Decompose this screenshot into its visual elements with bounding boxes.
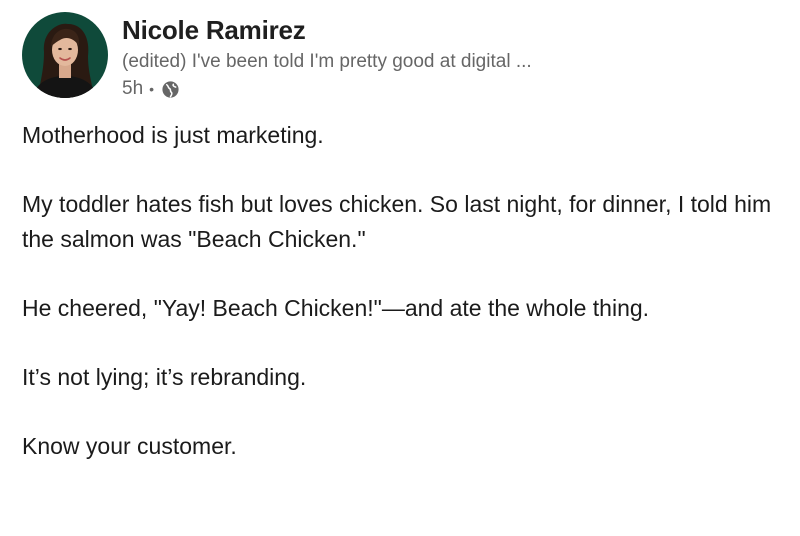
post-paragraph: Motherhood is just marketing. — [22, 122, 324, 148]
profile-photo-icon — [22, 12, 108, 98]
post-paragraph: Know your customer. — [22, 433, 237, 459]
post-paragraph: It’s not lying; it’s rebranding. — [22, 364, 307, 390]
post-timestamp: 5h — [122, 78, 144, 99]
author-headline: (edited) I've been told I'm pretty good … — [122, 51, 532, 72]
globe-icon — [161, 80, 180, 99]
timestamp-row: 5h • — [122, 77, 532, 101]
post-paragraph: My toddler hates fish but loves chicken.… — [22, 191, 772, 252]
author-meta: Nicole Ramirez (edited) I've been told I… — [122, 12, 532, 101]
author-name[interactable]: Nicole Ramirez — [122, 15, 532, 45]
author-avatar[interactable] — [22, 12, 108, 98]
post-header: Nicole Ramirez (edited) I've been told I… — [22, 12, 532, 101]
separator-dot: • — [149, 81, 155, 97]
post-paragraph: He cheered, "Yay! Beach Chicken!"—and at… — [22, 295, 650, 321]
post-card: Nicole Ramirez (edited) I've been told I… — [0, 0, 800, 536]
post-body: Motherhood is just marketing. My toddler… — [22, 118, 782, 498]
